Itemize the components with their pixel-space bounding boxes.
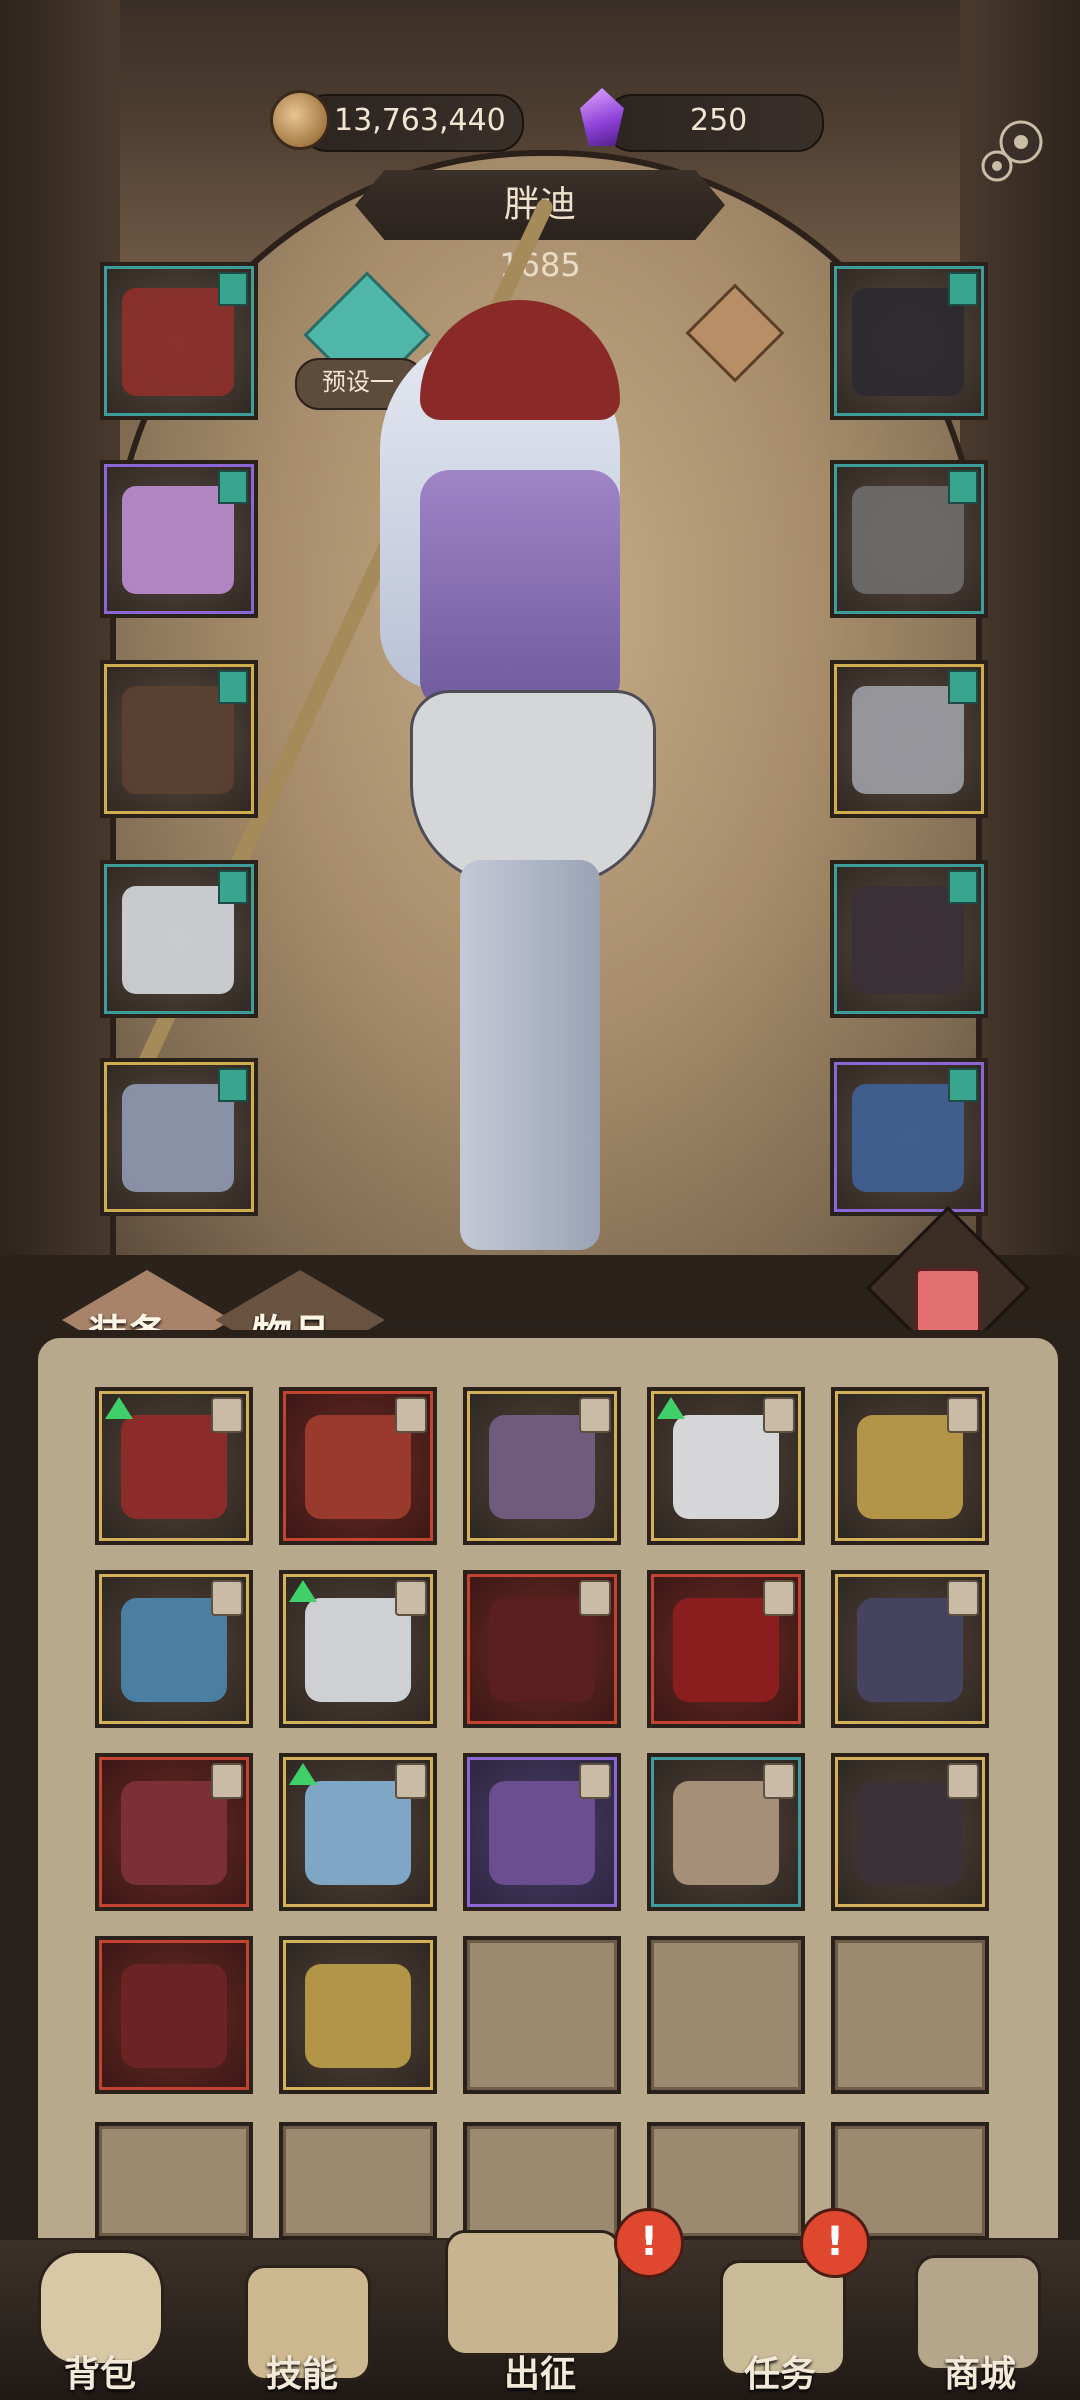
inventory-item[interactable] [279, 1570, 437, 1728]
slot-flag [218, 1068, 248, 1102]
inventory-empty-slot[interactable] [95, 2122, 253, 2240]
lock-icon[interactable] [763, 1580, 795, 1616]
inventory-item[interactable] [279, 1387, 437, 1545]
quests-alert-badge: ! [800, 2208, 870, 2278]
gem-amount: 250 [690, 103, 748, 138]
character-legs [460, 860, 600, 1250]
lock-icon[interactable] [395, 1580, 427, 1616]
lock-icon[interactable] [211, 1763, 243, 1799]
slot-flag [948, 1068, 978, 1102]
inventory-empty-slot[interactable] [463, 1936, 621, 2094]
nav-backpack[interactable]: 背包 [20, 2345, 180, 2397]
slot-flag [218, 870, 248, 904]
lock-icon[interactable] [763, 1397, 795, 1433]
equip-slot-head[interactable] [100, 262, 258, 420]
upgrade-arrow-icon [289, 1580, 317, 1602]
slot-flag [948, 870, 978, 904]
equip-slot-amulet[interactable] [830, 262, 988, 420]
inventory-item[interactable] [279, 1936, 437, 2094]
nav-expedition[interactable]: 出征 [460, 2345, 620, 2397]
equip-slot-body[interactable] [100, 460, 258, 618]
inventory-empty-slot[interactable] [279, 2122, 437, 2240]
inventory-item[interactable] [831, 1570, 989, 1728]
gold-coin-icon [270, 90, 330, 150]
inventory-item[interactable] [463, 1570, 621, 1728]
slot-flag [948, 272, 978, 306]
slot-flag [218, 272, 248, 306]
lock-icon[interactable] [211, 1397, 243, 1433]
sword-icon [121, 1964, 227, 2068]
inventory-item[interactable] [647, 1753, 805, 1911]
expedition-alert-badge: ! [614, 2208, 684, 2278]
upgrade-arrow-icon [105, 1397, 133, 1419]
lock-icon[interactable] [579, 1763, 611, 1799]
lock-icon[interactable] [947, 1397, 979, 1433]
lock-icon[interactable] [211, 1580, 243, 1616]
trash-icon[interactable] [915, 1268, 981, 1338]
character-skirt [410, 690, 656, 886]
inventory-item[interactable] [463, 1753, 621, 1911]
equip-slot-offhand[interactable] [830, 1058, 988, 1216]
equip-slot-gloves[interactable] [100, 660, 258, 818]
inventory-empty-slot[interactable] [831, 1936, 989, 2094]
character-body [420, 470, 620, 710]
lock-icon[interactable] [395, 1763, 427, 1799]
slot-flag [218, 670, 248, 704]
lock-icon[interactable] [763, 1763, 795, 1799]
equip-slot-weapon[interactable] [830, 860, 988, 1018]
nav-quests[interactable]: 任务 [700, 2345, 860, 2397]
gold-amount: 13,763,440 [334, 103, 506, 138]
inventory-item[interactable] [95, 1387, 253, 1545]
upgrade-arrow-icon [657, 1397, 685, 1419]
nav-shop[interactable]: 商城 [900, 2345, 1060, 2397]
slot-flag [218, 470, 248, 504]
lock-icon[interactable] [947, 1580, 979, 1616]
inventory-empty-slot[interactable] [647, 1936, 805, 2094]
slot-flag [948, 670, 978, 704]
inventory-item[interactable] [95, 1936, 253, 2094]
lock-icon[interactable] [579, 1397, 611, 1433]
inventory-item[interactable] [463, 1387, 621, 1545]
equip-slot-ring-2[interactable] [830, 660, 988, 818]
inventory-empty-slot[interactable] [463, 2122, 621, 2240]
lion-pendant-icon [305, 1964, 411, 2068]
lock-icon[interactable] [579, 1580, 611, 1616]
equip-slot-ring-1[interactable] [830, 460, 988, 618]
settings-gear-icon[interactable] [975, 108, 1055, 188]
inventory-item[interactable] [95, 1570, 253, 1728]
equip-slot-pants[interactable] [100, 860, 258, 1018]
lock-icon[interactable] [395, 1397, 427, 1433]
upgrade-arrow-icon [289, 1763, 317, 1785]
inventory-item[interactable] [647, 1387, 805, 1545]
lock-icon[interactable] [947, 1763, 979, 1799]
inventory-item[interactable] [279, 1753, 437, 1911]
expedition-sword-icon[interactable] [445, 2230, 621, 2356]
nav-skills[interactable]: 技能 [222, 2345, 382, 2397]
inventory-item[interactable] [831, 1387, 989, 1545]
inventory-item[interactable] [647, 1570, 805, 1728]
slot-flag [948, 470, 978, 504]
equip-slot-boots[interactable] [100, 1058, 258, 1216]
inventory-item[interactable] [831, 1753, 989, 1911]
inventory-item[interactable] [95, 1753, 253, 1911]
character-power: 1685 [499, 246, 581, 284]
